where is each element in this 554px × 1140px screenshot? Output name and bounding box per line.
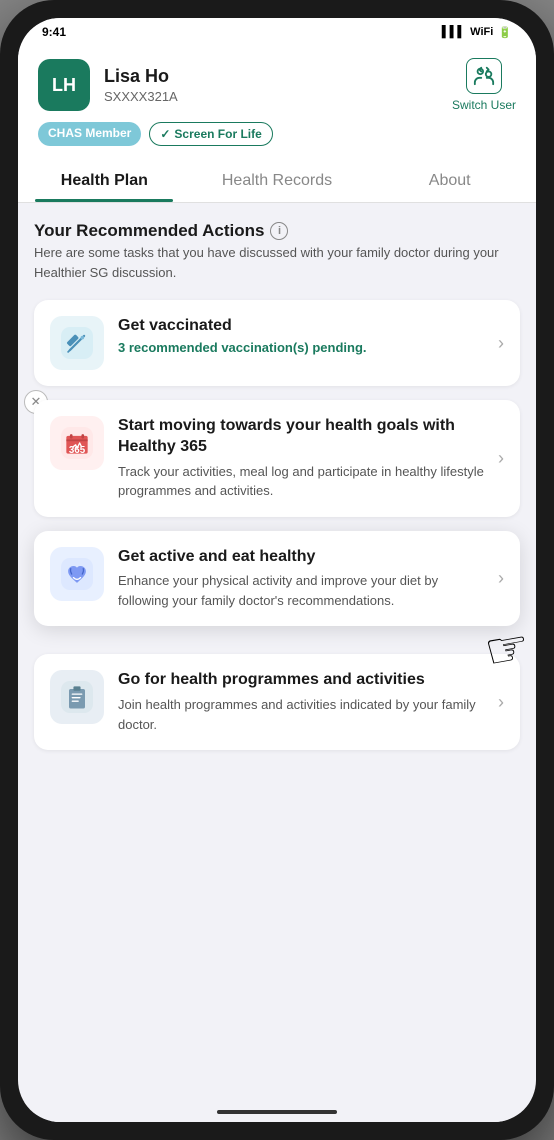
healthy365-icon: 365 — [50, 416, 104, 470]
status-bar: 9:41 ▌▌▌ WiFi 🔋 — [18, 18, 536, 46]
chas-badge: CHAS Member — [38, 122, 141, 146]
vaccine-card-title: Get vaccinated — [118, 316, 484, 337]
home-indicator — [18, 1102, 536, 1122]
avatar: LH — [38, 59, 90, 111]
tab-health-records[interactable]: Health Records — [191, 160, 364, 202]
programmes-chevron-icon: › — [498, 692, 504, 713]
active-healthy-icon — [50, 547, 104, 601]
user-name: Lisa Ho — [104, 66, 178, 87]
programmes-card-body: Go for health programmes and activities … — [118, 670, 484, 734]
switch-user-label: Switch User — [452, 98, 516, 112]
sfl-label: Screen For Life — [174, 127, 261, 141]
healthy365-card-body: Start moving towards your health goals w… — [118, 416, 484, 501]
badges: CHAS Member ✓ Screen For Life — [38, 122, 516, 146]
vaccine-card-body: Get vaccinated 3 recommended vaccination… — [118, 316, 484, 355]
vaccine-icon — [50, 316, 104, 370]
sfl-badge: ✓ Screen For Life — [149, 122, 272, 146]
vaccine-card[interactable]: Get vaccinated 3 recommended vaccination… — [34, 300, 520, 386]
healthy365-card-title: Start moving towards your health goals w… — [118, 416, 484, 458]
healthy365-chevron-icon: › — [498, 448, 504, 469]
sfl-check-icon: ✓ — [160, 127, 170, 141]
user-id: SXXXX321A — [104, 89, 178, 104]
status-icons: ▌▌▌ WiFi 🔋 — [442, 26, 512, 39]
tab-about[interactable]: About — [363, 160, 536, 202]
active-healthy-chevron-icon: › — [498, 568, 504, 589]
active-healthy-card-body: Get active and eat healthy Enhance your … — [118, 547, 484, 611]
wifi-icon: WiFi — [470, 26, 493, 38]
healthy365-card-wrapper: ✕ 365 S — [34, 400, 520, 517]
section-description: Here are some tasks that you have discus… — [34, 243, 520, 282]
signal-icon: ▌▌▌ — [442, 26, 465, 38]
user-info: LH Lisa Ho SXXXX321A — [38, 59, 178, 111]
healthy365-card[interactable]: 365 Start moving towards your health goa… — [34, 400, 520, 517]
tabs: Health Plan Health Records About — [18, 160, 536, 203]
section-title: Your Recommended Actions i — [34, 221, 520, 241]
programmes-card[interactable]: Go for health programmes and activities … — [34, 654, 520, 750]
switch-user-icon — [466, 58, 502, 94]
programmes-card-desc: Join health programmes and activities in… — [118, 695, 484, 734]
battery-icon: 🔋 — [498, 26, 512, 39]
section-header: Your Recommended Actions i Here are some… — [34, 221, 520, 286]
user-details: Lisa Ho SXXXX321A — [104, 66, 178, 104]
info-icon[interactable]: i — [270, 222, 288, 240]
active-healthy-card-desc: Enhance your physical activity and impro… — [118, 571, 484, 610]
switch-user-button[interactable]: Switch User — [452, 58, 516, 112]
header: LH Lisa Ho SXXXX321A — [18, 46, 536, 160]
active-healthy-card[interactable]: Get active and eat healthy Enhance your … — [34, 531, 520, 627]
home-bar — [217, 1110, 337, 1114]
header-top: LH Lisa Ho SXXXX321A — [38, 58, 516, 112]
phone-frame: 9:41 ▌▌▌ WiFi 🔋 LH Lisa Ho SXXXX321A — [0, 0, 554, 1140]
healthy365-card-desc: Track your activities, meal log and part… — [118, 462, 484, 501]
tab-health-plan[interactable]: Health Plan — [18, 160, 191, 202]
vaccine-card-subtitle: 3 recommended vaccination(s) pending. — [118, 340, 484, 355]
programmes-icon — [50, 670, 104, 724]
programmes-card-title: Go for health programmes and activities — [118, 670, 484, 691]
phone-screen: 9:41 ▌▌▌ WiFi 🔋 LH Lisa Ho SXXXX321A — [18, 18, 536, 1122]
main-content: Your Recommended Actions i Here are some… — [18, 203, 536, 1102]
status-time: 9:41 — [42, 25, 66, 39]
active-healthy-card-title: Get active and eat healthy — [118, 547, 484, 568]
vaccine-chevron-icon: › — [498, 333, 504, 354]
